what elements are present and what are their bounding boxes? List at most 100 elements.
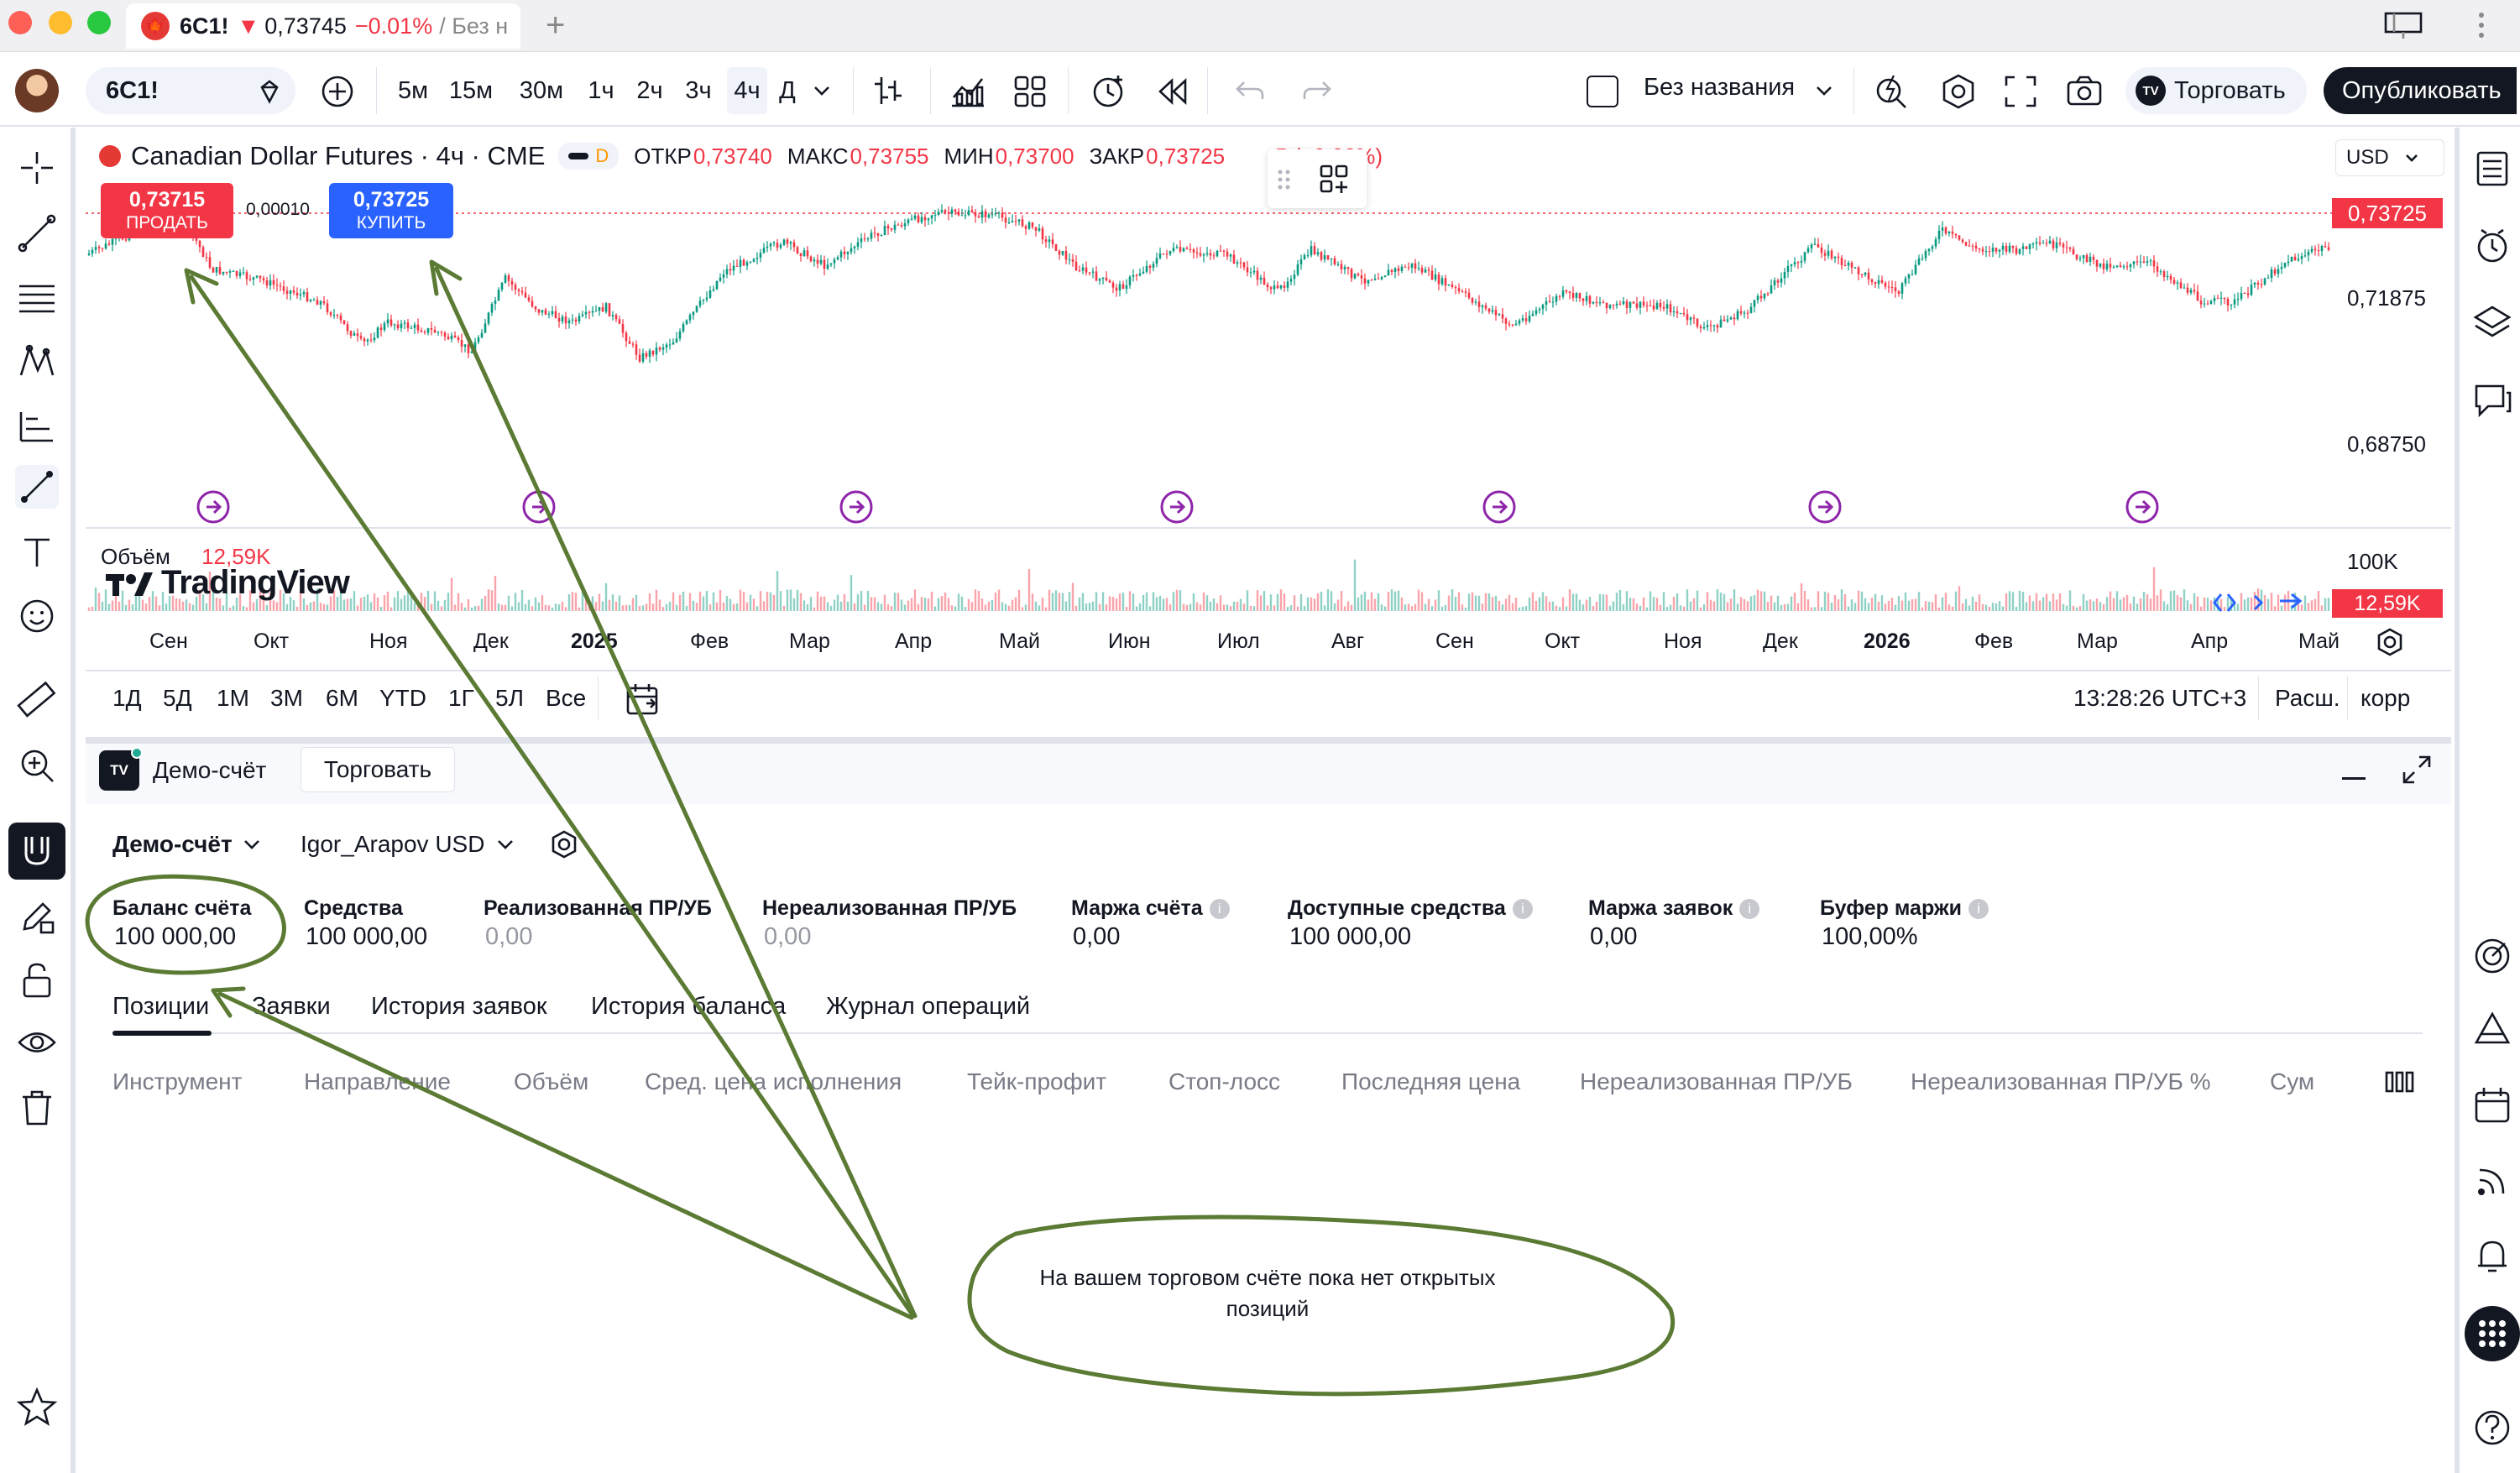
indicators-icon[interactable] (949, 72, 987, 109)
ruler-icon[interactable] (15, 678, 59, 722)
symbol-search[interactable]: 6C1! (86, 67, 295, 114)
user-selector[interactable]: Igor_Arapov USD (301, 831, 515, 858)
tab-3[interactable]: История баланса (591, 993, 786, 1021)
trend-line-icon[interactable] (15, 212, 59, 255)
settings-hex-icon[interactable] (1939, 72, 1978, 111)
emoji-icon[interactable] (15, 594, 59, 638)
range-6[interactable]: 1Г (448, 685, 474, 712)
pattern-icon[interactable] (15, 341, 59, 384)
minimize-window-button[interactable] (49, 11, 72, 34)
minimize-panel-icon[interactable] (2342, 777, 2366, 780)
prediction-icon[interactable] (15, 405, 59, 448)
interval-5[interactable]: 3ч (680, 67, 717, 114)
zoom-in-icon[interactable] (15, 744, 59, 787)
templates-icon[interactable] (1012, 74, 1048, 109)
fib-retracement-icon[interactable] (15, 277, 59, 321)
sell-button[interactable]: 0,73715 ПРОДАТЬ (101, 183, 233, 238)
lock-pencil-icon[interactable] (15, 895, 59, 938)
broker-name[interactable]: Демо-счёт (153, 757, 266, 784)
layout-name[interactable]: Без названия (1644, 74, 1795, 102)
chat-icon[interactable] (2470, 378, 2515, 423)
range-0[interactable]: 1Д (112, 685, 142, 712)
interval-3[interactable]: 1ч (583, 67, 620, 114)
maximize-panel-icon[interactable] (2401, 754, 2433, 786)
account-settings-icon[interactable] (549, 829, 579, 859)
more-vert-icon[interactable] (2465, 10, 2498, 40)
compare-add-icon[interactable] (320, 74, 355, 109)
interval-4[interactable]: 2ч (631, 67, 668, 114)
brush-icon[interactable] (15, 465, 59, 509)
pane-divider[interactable] (86, 527, 2451, 529)
column-header-4[interactable]: Тейк-профит (967, 1068, 1106, 1095)
target-icon[interactable] (2470, 933, 2515, 979)
event-marker-icon[interactable] (2125, 490, 2159, 524)
info-icon[interactable]: i (1739, 899, 1760, 920)
interval-2[interactable]: 30м (514, 67, 569, 114)
info-icon[interactable]: i (1512, 899, 1533, 920)
redo-icon[interactable] (1299, 76, 1333, 106)
instrument-title[interactable]: Canadian Dollar Futures · 4ч · CME (131, 141, 545, 171)
close-window-button[interactable] (8, 11, 32, 34)
last-price-tag[interactable]: 0,73725 (2332, 198, 2443, 228)
camera-icon[interactable] (2065, 72, 2104, 109)
column-header-2[interactable]: Объём (514, 1068, 588, 1095)
column-header-5[interactable]: Стоп-лосс (1169, 1068, 1280, 1095)
event-marker-icon[interactable] (1160, 490, 1194, 524)
range-7[interactable]: 5Л (495, 685, 524, 712)
info-icon[interactable]: i (1968, 899, 1989, 920)
range-1[interactable]: 5Д (163, 685, 192, 712)
bell-icon[interactable] (2470, 1234, 2515, 1279)
range-2[interactable]: 1М (217, 685, 249, 712)
quick-search-icon[interactable] (1874, 72, 1911, 111)
interval-0[interactable]: 5м (393, 67, 433, 114)
event-marker-icon[interactable] (839, 490, 873, 524)
go-to-date-icon[interactable] (625, 682, 661, 717)
avatar[interactable] (15, 69, 59, 112)
browser-tab[interactable]: 🍁 6C1! ▼ 0,73745 −0.01% / Без н (126, 3, 520, 49)
apps-grid-icon[interactable] (2465, 1306, 2520, 1361)
maximize-window-button[interactable] (87, 11, 111, 34)
session-toggle[interactable]: Расш. (2275, 685, 2340, 712)
column-header-1[interactable]: Направление (304, 1068, 451, 1095)
column-header-7[interactable]: Нереализованная ПР/УБ (1580, 1068, 1853, 1095)
lock-icon[interactable] (15, 958, 59, 1002)
tab-4[interactable]: Журнал операций (826, 993, 1030, 1021)
pine-icon[interactable] (2470, 1007, 2515, 1053)
drag-handle-icon[interactable] (1276, 168, 1293, 191)
axis-settings-icon[interactable] (2374, 626, 2406, 658)
chevron-down-icon[interactable] (811, 81, 833, 101)
fullscreen-icon[interactable] (2003, 74, 2038, 109)
interval-6[interactable]: 4ч (727, 67, 767, 114)
event-marker-icon[interactable] (196, 490, 230, 524)
replay-icon[interactable] (1155, 76, 1192, 107)
magnet-icon[interactable] (8, 823, 65, 880)
bar-style-icon[interactable] (870, 72, 907, 109)
event-marker-icon[interactable] (1482, 490, 1516, 524)
column-header-3[interactable]: Сред. цена исполнения (645, 1068, 902, 1095)
currency-selector[interactable]: USD (2335, 139, 2444, 176)
layers-icon[interactable] (2470, 300, 2515, 346)
layout-icon[interactable] (2382, 8, 2424, 42)
clock-label[interactable]: 13:28:26 UTC+3 (2073, 685, 2246, 712)
data-badge[interactable]: D (558, 143, 620, 170)
column-header-8[interactable]: Нереализованная ПР/УБ % (1911, 1068, 2211, 1095)
star-icon[interactable] (15, 1385, 59, 1429)
watchlist-icon[interactable] (2470, 146, 2515, 191)
event-marker-icon[interactable] (1808, 490, 1842, 524)
range-5[interactable]: YTD (379, 685, 426, 712)
columns-settings-icon[interactable] (2384, 1069, 2414, 1094)
tab-2[interactable]: История заявок (371, 993, 547, 1021)
trash-icon[interactable] (15, 1086, 59, 1130)
adjust-toggle[interactable]: корр (2361, 685, 2410, 712)
info-icon[interactable]: i (1209, 899, 1230, 920)
range-3[interactable]: 3М (270, 685, 303, 712)
account-selector[interactable]: Демо-счёт (112, 831, 261, 858)
undo-icon[interactable] (1234, 76, 1268, 106)
tab-0[interactable]: Позиции (112, 993, 209, 1021)
help-icon[interactable] (2470, 1405, 2515, 1450)
column-header-6[interactable]: Последняя цена (1341, 1068, 1520, 1095)
column-header-0[interactable]: Инструмент (112, 1068, 242, 1095)
publish-button[interactable]: Опубликовать (2324, 67, 2517, 114)
event-marker-icon[interactable] (522, 490, 556, 524)
text-tool-icon[interactable] (15, 530, 59, 574)
